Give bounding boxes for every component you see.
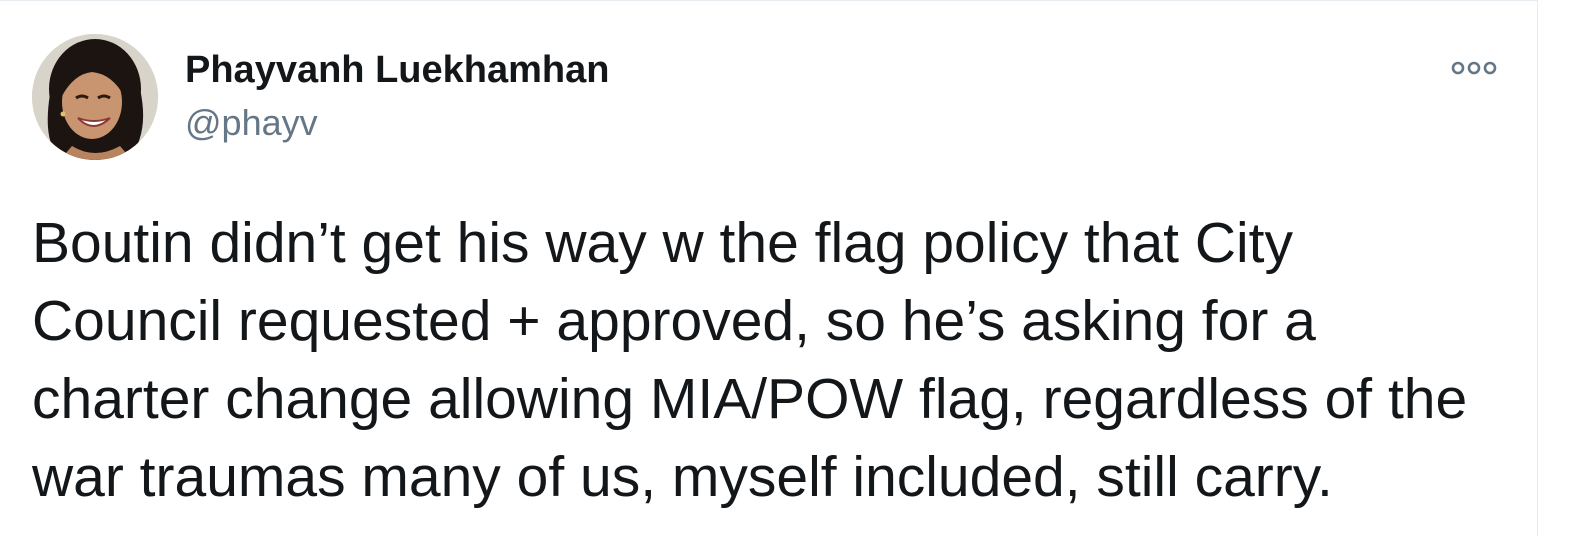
tweet-text-line: Council requested + approved, so he’s as… xyxy=(32,289,1316,353)
more-options-glyph xyxy=(1451,61,1497,75)
author-handle[interactable]: @phayv xyxy=(185,101,318,145)
avatar[interactable] xyxy=(32,34,158,160)
author-display-name[interactable]: Phayvanh Luekhamhan xyxy=(185,47,609,93)
tweet-text: Boutin didn’t get his way w the flag pol… xyxy=(32,204,1512,516)
more-options-icon[interactable] xyxy=(1446,53,1502,83)
avatar-image xyxy=(32,34,158,160)
tweet-text-line: charter change allowing MIA/POW flag, re… xyxy=(32,367,1468,431)
tweet-text-line: war traumas many of us, myself included,… xyxy=(32,445,1333,509)
tweet-text-line: Boutin didn’t get his way w the flag pol… xyxy=(32,211,1293,275)
tweet-card: Phayvanh Luekhamhan @phayv Boutin didn’t… xyxy=(0,0,1538,536)
